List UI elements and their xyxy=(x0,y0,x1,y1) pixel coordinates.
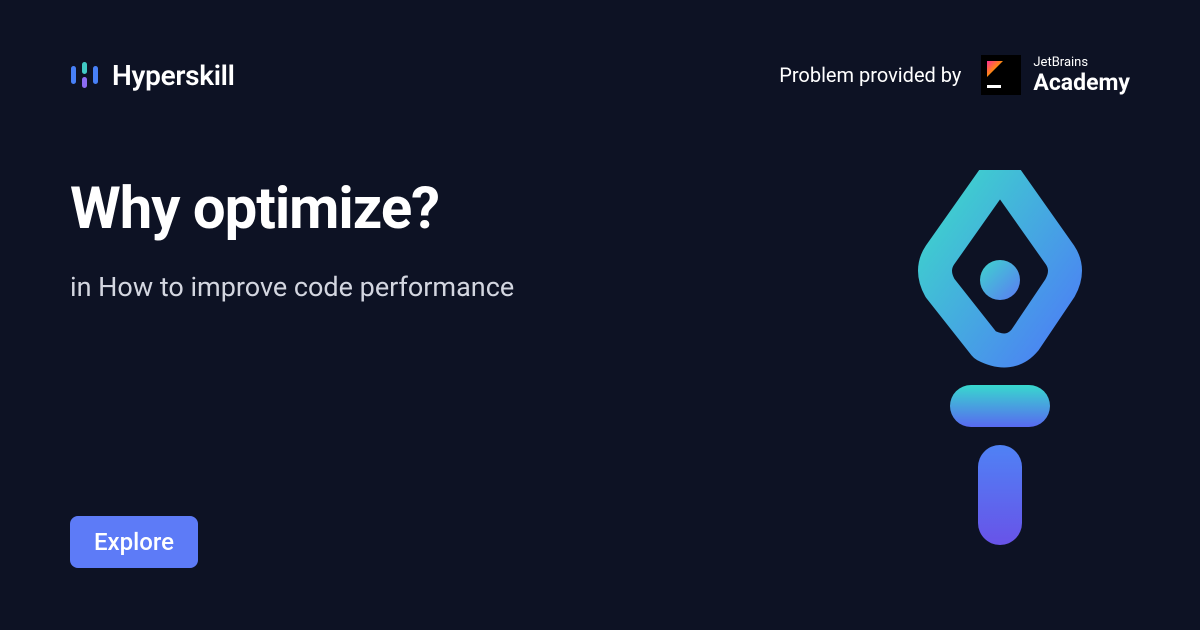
hyperskill-logo: Hyperskill xyxy=(70,59,235,92)
pen-decoration-icon xyxy=(915,170,1085,550)
jetbrains-text: JetBrains Academy xyxy=(1033,56,1130,94)
hyperskill-brand-text: Hyperskill xyxy=(112,59,235,92)
explore-button[interactable]: Explore xyxy=(70,516,198,568)
header: Hyperskill Problem provided by xyxy=(0,0,1200,95)
hyperskill-icon xyxy=(70,60,100,90)
jetbrains-small-label: JetBrains xyxy=(1033,56,1130,69)
jetbrains-logo: JetBrains Academy xyxy=(981,55,1130,95)
jetbrains-big-label: Academy xyxy=(1033,71,1130,94)
partner-block: Problem provided by Je xyxy=(779,55,1130,95)
jetbrains-icon xyxy=(981,55,1021,95)
provided-by-label: Problem provided by xyxy=(779,63,961,87)
